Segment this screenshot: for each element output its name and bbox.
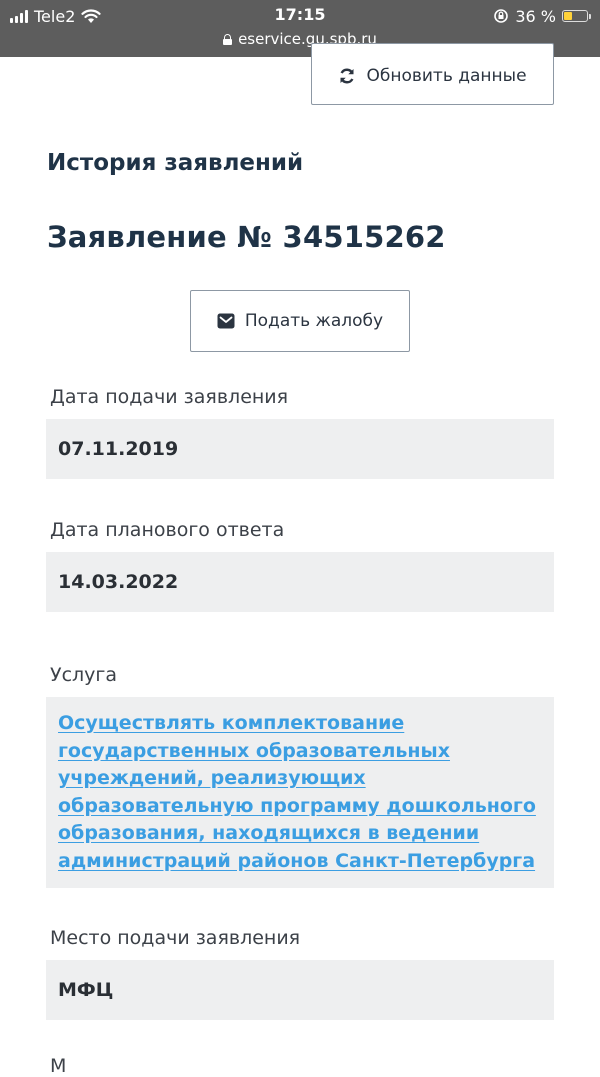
service-link[interactable]: Осуществлять комплектование государствен… bbox=[58, 712, 536, 872]
rotation-lock-icon bbox=[494, 9, 509, 23]
file-complaint-label: Подать жалобу bbox=[244, 311, 384, 331]
status-right: 36 % bbox=[493, 6, 591, 26]
service-label: Услуга bbox=[50, 664, 118, 686]
battery-percent: 36 % bbox=[515, 6, 556, 26]
application-title: Заявление № 34515262 bbox=[47, 220, 446, 254]
place-label: Место подачи заявления bbox=[50, 927, 301, 949]
planned-answer-date-label: Дата планового ответа bbox=[50, 519, 285, 541]
envelope-icon bbox=[217, 313, 235, 329]
battery-icon bbox=[562, 10, 591, 22]
section-title: История заявлений bbox=[47, 150, 304, 176]
refresh-data-button[interactable]: Обновить данные bbox=[311, 43, 554, 105]
place-value: МФЦ bbox=[46, 960, 554, 1020]
submission-date-label: Дата подачи заявления bbox=[50, 386, 289, 408]
service-value-box: Осуществлять комплектование государствен… bbox=[46, 697, 554, 888]
next-field-label: М bbox=[50, 1055, 67, 1077]
refresh-data-label: Обновить данные bbox=[366, 66, 527, 86]
refresh-icon bbox=[340, 68, 355, 84]
planned-answer-date-value: 14.03.2022 bbox=[46, 552, 554, 612]
submission-date-value: 07.11.2019 bbox=[46, 419, 554, 479]
file-complaint-button[interactable]: Подать жалобу bbox=[190, 290, 410, 352]
lock-icon bbox=[223, 33, 233, 45]
